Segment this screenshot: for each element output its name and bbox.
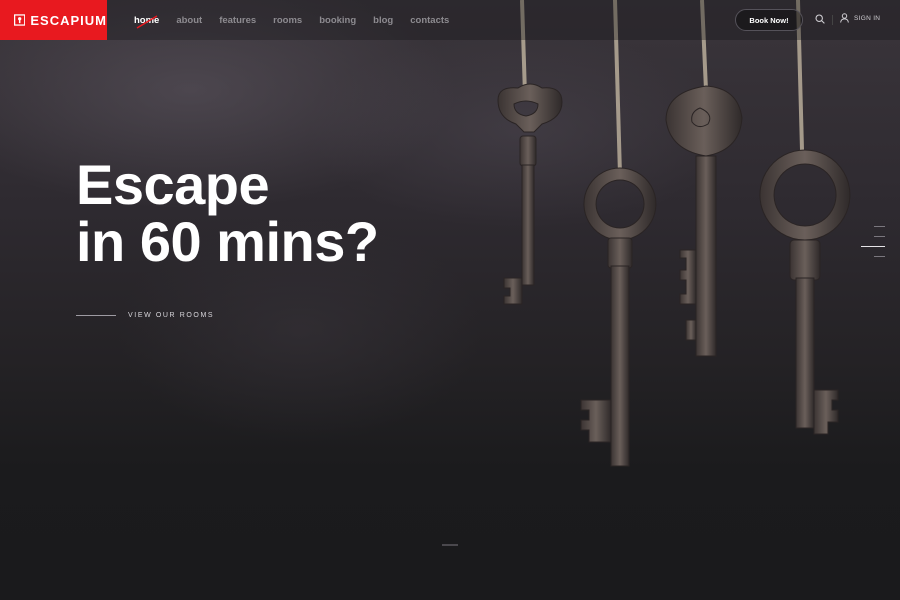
nav-item-rooms[interactable]: rooms: [273, 15, 302, 26]
nav-item-features[interactable]: features: [219, 15, 256, 26]
slide-indicator-1[interactable]: [874, 226, 885, 227]
search-icon[interactable]: [815, 14, 825, 24]
hero-headline: Escape in 60 mins?: [76, 156, 379, 270]
view-rooms-link[interactable]: VIEW OUR ROOMS: [76, 312, 214, 319]
cta-line: [76, 315, 116, 316]
site-header: ESCAPIUM home about features rooms booki…: [0, 0, 900, 40]
header-divider: [832, 15, 833, 25]
active-strike-icon: [136, 14, 158, 29]
slider-pagination: [861, 226, 885, 260]
sign-in-label: SIGN IN: [854, 14, 881, 22]
scroll-indicator[interactable]: [442, 544, 458, 546]
nav-item-home[interactable]: home: [134, 14, 159, 29]
slide-indicator-4[interactable]: [874, 256, 885, 257]
nav-item-about[interactable]: about: [176, 15, 202, 26]
headline-line-2: in 60 mins?: [76, 210, 379, 273]
cta-label: VIEW OUR ROOMS: [128, 312, 215, 319]
logo[interactable]: ESCAPIUM: [0, 0, 107, 40]
nav-item-blog[interactable]: blog: [373, 15, 393, 26]
headline-line-1: Escape: [76, 153, 270, 216]
slide-indicator-2[interactable]: [874, 236, 885, 237]
main-nav: home about features rooms booking blog c…: [134, 0, 466, 40]
book-now-button[interactable]: Book Now!: [735, 9, 803, 31]
brand-name: ESCAPIUM: [30, 12, 107, 28]
nav-item-booking[interactable]: booking: [319, 15, 356, 26]
nav-item-contacts[interactable]: contacts: [410, 15, 449, 26]
hanging-keys-image: [497, 0, 851, 467]
sign-in-link[interactable]: SIGN IN: [840, 13, 880, 23]
keyhole-icon: [14, 14, 26, 26]
slide-indicator-3[interactable]: [861, 246, 885, 247]
user-icon: [840, 13, 849, 23]
